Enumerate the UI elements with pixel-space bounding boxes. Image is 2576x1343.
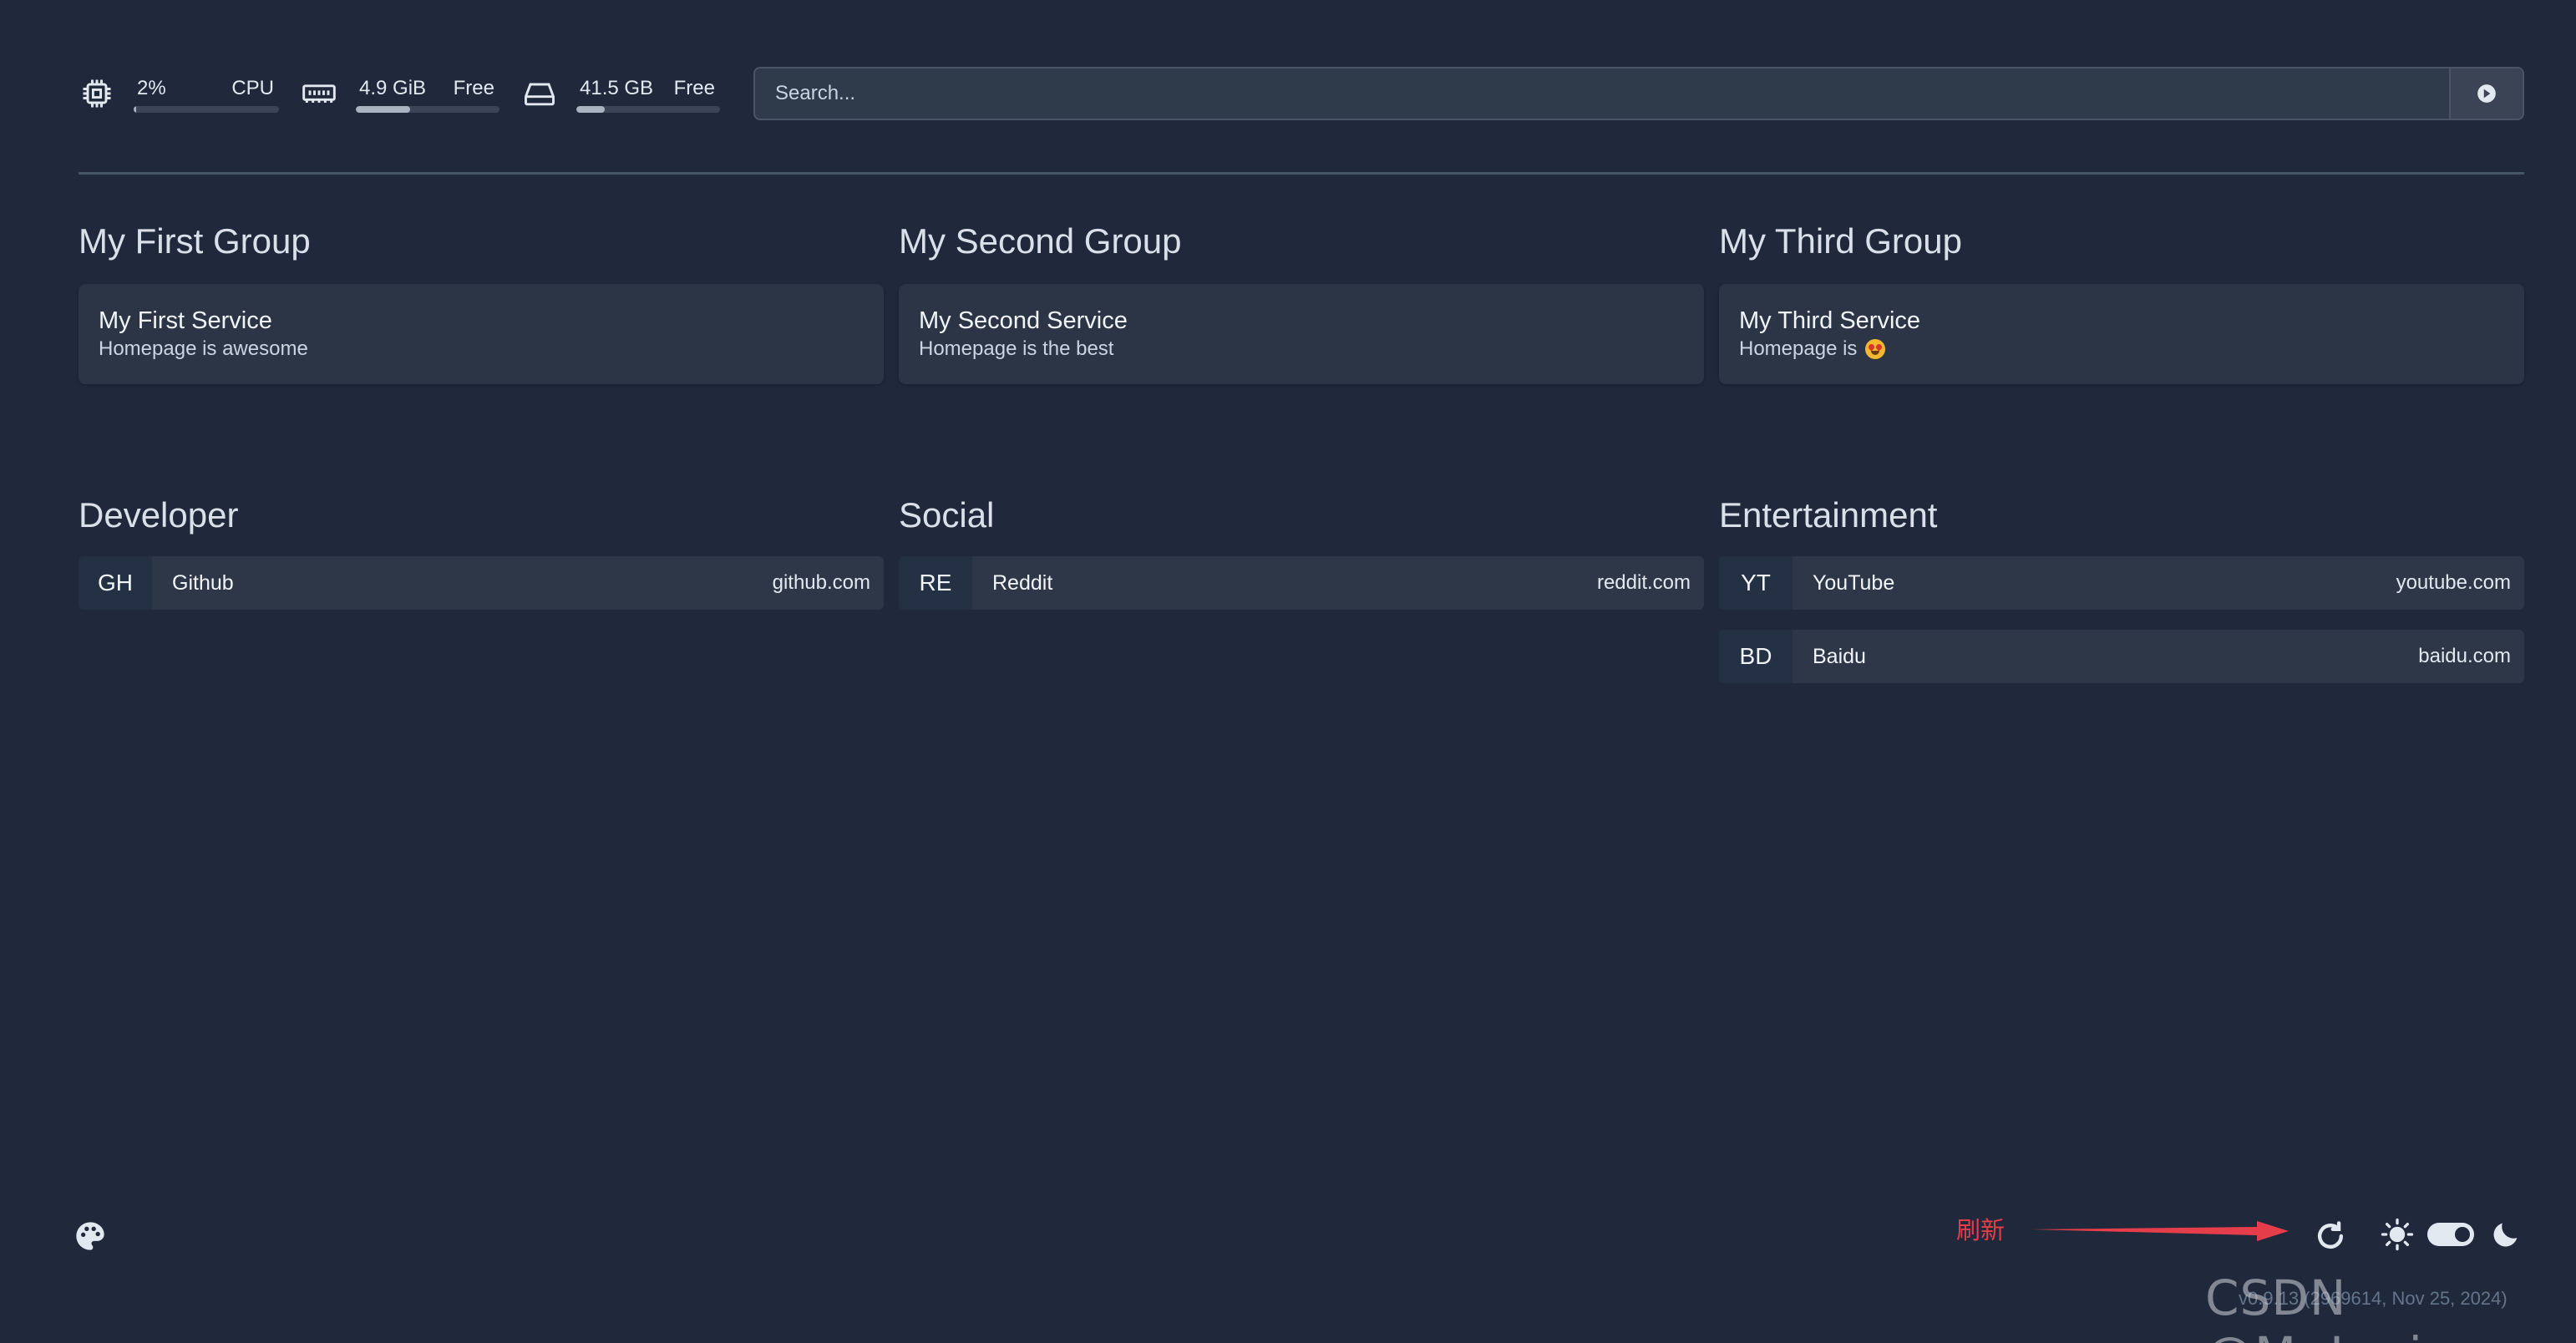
palette-icon[interactable] <box>74 1219 107 1253</box>
service-name: My Third Service <box>1739 307 1921 334</box>
bookmark-youtube[interactable]: YT YouTube youtube.com <box>1719 556 2524 610</box>
service-description: Homepage is <box>1739 336 2504 362</box>
group-title: My Second Group <box>899 221 1182 261</box>
memory-label: Free <box>453 77 494 99</box>
theme-toggle[interactable] <box>2427 1223 2474 1246</box>
bookmark-group-entertainment: Entertainment YT YouTube youtube.com BD … <box>1719 488 2524 703</box>
bookmark-github[interactable]: GH Github github.com <box>79 556 884 610</box>
group-title: Entertainment <box>1719 495 1938 535</box>
header-divider <box>79 172 2524 175</box>
disk-usage-bar <box>576 106 720 113</box>
search-submit-button[interactable] <box>2449 68 2523 119</box>
memory-widget: 4.9 GiB Free <box>301 65 499 122</box>
bookmark-reddit[interactable]: RE Reddit reddit.com <box>899 556 1704 610</box>
service-card[interactable]: My Third Service Homepage is <box>1719 284 2524 384</box>
homepage-dashboard: 2% CPU 4.9 GiB Free 41.5 GB Free Search.… <box>0 0 2576 1343</box>
disk-label: Free <box>673 77 715 99</box>
watermark: CSDN @Mr.Lrain <box>2205 1270 2454 1343</box>
bookmark-name: Baidu <box>1813 644 1866 668</box>
group-title: My Third Group <box>1719 221 1962 261</box>
memory-usage-fill <box>356 106 411 113</box>
bookmark-abbr: RE <box>899 556 972 610</box>
emoji-star-struck <box>1865 339 1886 359</box>
service-description-text: Homepage is <box>1739 337 1858 360</box>
bookmark-group-social: Social RE Reddit reddit.com <box>899 488 1704 703</box>
bookmark-url: reddit.com <box>1596 571 1691 594</box>
group-title: Social <box>899 495 995 535</box>
bookmark-name: YouTube <box>1813 570 1895 595</box>
toggle-knob <box>2455 1227 2470 1242</box>
search-submit-icon <box>2477 84 2496 103</box>
service-name: My First Service <box>99 307 272 334</box>
cpu-icon <box>79 75 115 112</box>
cpu-usage-bar <box>134 106 279 113</box>
top-bar: 2% CPU 4.9 GiB Free 41.5 GB Free Search.… <box>79 65 2524 122</box>
moon-icon[interactable] <box>2489 1218 2523 1251</box>
bookmark-abbr: YT <box>1719 556 1793 610</box>
bookmark-groups: Developer GH Github github.com Social RE… <box>79 488 2524 703</box>
bookmark-baidu[interactable]: BD Baidu baidu.com <box>1719 630 2524 683</box>
bookmark-name: Github <box>172 570 234 595</box>
bookmark-url: github.com <box>772 571 870 594</box>
cpu-usage-fill <box>134 106 137 113</box>
service-group-2: My Second Group My Second Service Homepa… <box>899 214 1704 384</box>
refresh-annotation-label: 刷新 <box>1956 1216 2006 1244</box>
service-description: Homepage is awesome <box>99 336 864 362</box>
cpu-widget: 2% CPU <box>79 65 279 122</box>
disk-icon <box>521 75 558 112</box>
service-description-text: Homepage is awesome <box>99 337 308 360</box>
refresh-icon[interactable] <box>2312 1218 2349 1254</box>
disk-widget: 41.5 GB Free <box>521 65 720 122</box>
service-group-1: My First Group My First Service Homepage… <box>79 214 884 384</box>
bookmark-abbr: GH <box>79 556 152 610</box>
group-title: My First Group <box>79 221 311 261</box>
search-box <box>753 67 2524 120</box>
disk-usage-fill <box>576 106 606 113</box>
bookmark-abbr: BD <box>1719 630 1793 683</box>
memory-usage-bar <box>356 106 499 113</box>
bookmark-group-developer: Developer GH Github github.com <box>79 488 884 703</box>
sun-icon[interactable] <box>2381 1218 2414 1251</box>
bookmark-url: baidu.com <box>2418 645 2511 667</box>
bookmark-url: youtube.com <box>2396 571 2511 594</box>
service-card[interactable]: My Second Service Homepage is the best <box>899 284 1704 384</box>
cpu-value: 2% <box>137 77 166 99</box>
memory-icon <box>301 75 337 112</box>
service-card[interactable]: My First Service Homepage is awesome <box>79 284 884 384</box>
service-description-text: Homepage is the best <box>919 337 1114 360</box>
search-input[interactable] <box>755 68 2449 119</box>
service-name: My Second Service <box>919 307 1128 334</box>
service-description: Homepage is the best <box>919 336 1684 362</box>
group-title: Developer <box>79 495 239 535</box>
arrow-annotation <box>2031 1221 2289 1241</box>
service-groups: My First Group My First Service Homepage… <box>79 214 2524 384</box>
disk-value: 41.5 GB <box>580 77 654 99</box>
memory-value: 4.9 GiB <box>359 77 427 99</box>
cpu-label: CPU <box>231 77 274 99</box>
bookmark-name: Reddit <box>992 570 1053 595</box>
service-group-3: My Third Group My Third Service Homepage… <box>1719 214 2524 384</box>
